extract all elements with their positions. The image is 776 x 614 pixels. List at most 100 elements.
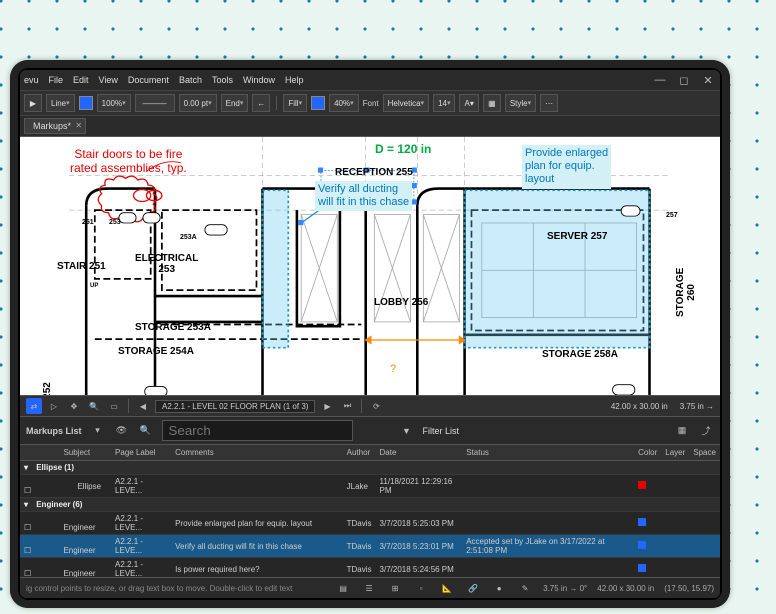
tag-257: 257 (666, 212, 678, 219)
sb-dim-b: 42.00 x 30.00 in (597, 584, 654, 593)
restore-icon[interactable]: ◻ (676, 72, 692, 88)
markup-enlarged-plan[interactable]: Provide enlarged plan for equip. layout (522, 145, 611, 189)
col-Page Label[interactable]: Page Label (111, 445, 171, 461)
sb-page-icon[interactable]: ▫ (413, 580, 429, 596)
font-size-dropdown[interactable]: 14 (433, 94, 455, 112)
rotate-icon[interactable]: ⟳ (368, 398, 384, 414)
markup-stair-doors[interactable]: Stair doors to be fire rated assemblies,… (70, 147, 187, 176)
menu-help[interactable]: Help (285, 75, 304, 85)
table-row[interactable]: ☐EngineerA2.2.1 - LEVE...Provide enlarge… (20, 512, 720, 535)
chevron-down-icon[interactable]: ▾ (24, 500, 34, 509)
sb-edit-icon[interactable]: ✎ (517, 580, 533, 596)
col-Status[interactable]: Status (462, 445, 626, 461)
pan-icon[interactable]: ✥ (66, 398, 82, 414)
col-Date[interactable]: Date (376, 445, 463, 461)
style-more-icon[interactable]: ⋯ (540, 94, 558, 112)
col-Comments[interactable]: Comments (171, 445, 343, 461)
fill-color-swatch[interactable] (311, 96, 325, 110)
table-row[interactable]: ☐EllipseA2.2.1 - LEVE...JLake11/18/2021 … (20, 475, 720, 498)
cell: ☐ (20, 535, 59, 558)
markup-ducting[interactable]: Verify all ducting will fit in this chas… (315, 181, 412, 211)
picker-icon[interactable]: ▶ (24, 94, 42, 112)
table-row[interactable]: ☐EngineerA2.2.1 - LEVE...Verify all duct… (20, 535, 720, 558)
line-color-swatch[interactable] (79, 96, 93, 110)
line-style-dropdown[interactable]: Line (46, 94, 75, 112)
col-Layer[interactable]: Layer (661, 445, 689, 461)
menu-batch[interactable]: Batch (179, 75, 202, 85)
cell: A2.2.1 - LEVE... (111, 558, 171, 578)
col-Subject[interactable]: Subject (59, 445, 111, 461)
col-icon0[interactable] (20, 445, 59, 461)
zoom-dropdown[interactable]: 100% (97, 94, 131, 112)
search-icon[interactable]: 🔍 (138, 423, 154, 439)
tab-markups[interactable]: Markups* ✕ (24, 118, 86, 134)
drawing-canvas[interactable]: D = 120 in Stair doors to be fire rated … (20, 137, 720, 395)
menu-tools[interactable]: Tools (212, 75, 233, 85)
filter-list-button[interactable]: Filter List (423, 426, 460, 436)
markups-table: SubjectPage LabelCommentsAuthorDateStatu… (20, 445, 720, 577)
tag-up: UP (90, 283, 98, 289)
lineweight-dropdown[interactable]: 0.00 pt (179, 94, 217, 112)
end-style-dropdown[interactable]: End (221, 94, 249, 112)
sb-link-icon[interactable]: 🔗 (465, 580, 481, 596)
font-name-dropdown[interactable]: Helvetica (383, 94, 429, 112)
visibility-icon[interactable]: 👁 (114, 423, 130, 439)
group-row[interactable]: ▾ Ellipse (1) (20, 461, 720, 475)
cell (689, 535, 720, 558)
sb-tag-icon[interactable]: ● (491, 580, 507, 596)
next-page-icon[interactable]: ▶ (319, 398, 335, 414)
line-pattern-dropdown[interactable]: ——— (135, 94, 175, 112)
minimize-icon[interactable]: — (652, 72, 668, 88)
cursor-icon[interactable]: ▷ (46, 398, 62, 414)
opacity-dropdown[interactable]: 40% (329, 94, 359, 112)
cell: ☐ (20, 475, 59, 498)
cell: Ellipse (59, 475, 111, 498)
cell (689, 475, 720, 498)
select-icon[interactable]: ▭ (106, 398, 122, 414)
zoom-icon[interactable]: 🔍 (86, 398, 102, 414)
group-row[interactable]: ▾ Engineer (6) (20, 498, 720, 512)
cell: 11/18/2021 12:29:16 PM (376, 475, 463, 498)
menu-edit[interactable]: Edit (73, 75, 89, 85)
menu-view[interactable]: View (99, 75, 118, 85)
sb-layers-icon[interactable]: ▤ (335, 580, 351, 596)
page-indicator[interactable]: A2.2.1 - LEVEL 02 FLOOR PLAN (1 of 3) (155, 400, 315, 413)
room-rm252: 'S RM 252 (42, 382, 53, 395)
dimension-green: D = 120 in (375, 142, 431, 156)
tab-label: Markups* (33, 121, 71, 131)
col-Space[interactable]: Space (689, 445, 720, 461)
panel-toggle-icon[interactable]: ▾ (90, 423, 106, 439)
menu-document[interactable]: Document (128, 75, 169, 85)
arrow-end-icon[interactable]: ← (252, 94, 270, 112)
room-lobby: LOBBY 256 (374, 297, 428, 308)
menu-file[interactable]: File (49, 75, 64, 85)
close-icon[interactable]: ✕ (700, 72, 716, 88)
col-Author[interactable]: Author (343, 445, 376, 461)
sb-tree-icon[interactable]: ☰ (361, 580, 377, 596)
menu-window[interactable]: Window (243, 75, 275, 85)
export-icon[interactable]: ⤴ (698, 423, 714, 439)
cell (661, 475, 689, 498)
search-input[interactable] (162, 420, 353, 441)
text-style-dropdown[interactable]: Style (505, 94, 536, 112)
sb-coords: (17.50, 15.97) (664, 584, 714, 593)
tab-close-icon[interactable]: ✕ (75, 121, 82, 130)
table-row[interactable]: ☐EngineerA2.2.1 - LEVE...Is power requir… (20, 558, 720, 578)
compare-icon[interactable]: ⇄ (26, 398, 42, 414)
col-icon7[interactable] (626, 445, 634, 461)
filter-icon[interactable]: ▼ (399, 423, 415, 439)
fill-dropdown[interactable]: Fill (283, 94, 307, 112)
col-Color[interactable]: Color (634, 445, 661, 461)
columns-icon[interactable]: ▦ (674, 423, 690, 439)
highlight-icon[interactable]: ▦ (483, 94, 501, 112)
markup-enl-line1: Provide enlarged (525, 147, 608, 159)
color-swatch (638, 564, 646, 572)
markup-enl-line3: layout (525, 173, 554, 185)
sb-grid-icon[interactable]: ⊞ (387, 580, 403, 596)
font-color-icon[interactable]: A▾ (459, 94, 478, 112)
markups-table-wrap[interactable]: SubjectPage LabelCommentsAuthorDateStatu… (20, 445, 720, 577)
sb-measure-icon[interactable]: 📐 (439, 580, 455, 596)
last-page-icon[interactable]: ⏭ (339, 398, 355, 414)
chevron-down-icon[interactable]: ▾ (24, 463, 34, 472)
first-page-icon[interactable]: ◀ (135, 398, 151, 414)
